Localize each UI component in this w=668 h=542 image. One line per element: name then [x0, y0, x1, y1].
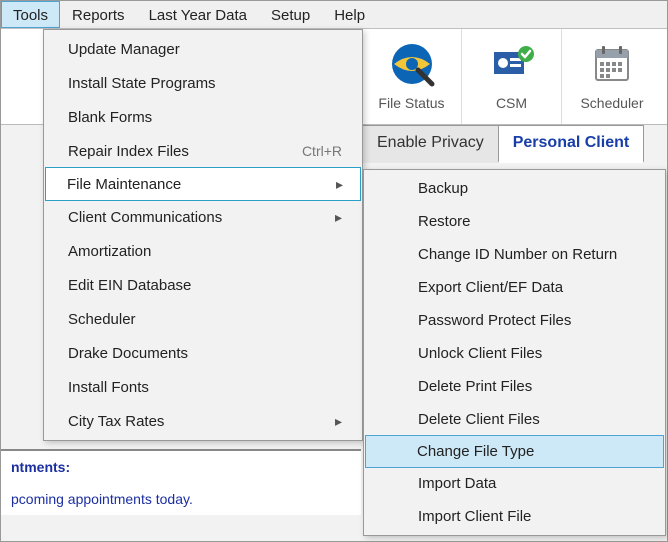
tools-dropdown: Update Manager Install State Programs Bl… — [43, 29, 363, 441]
appointments-header: ntments: — [11, 459, 351, 475]
submenu-restore[interactable]: Restore — [366, 205, 663, 238]
file-status-button[interactable]: File Status — [362, 29, 462, 124]
tab-personal-client[interactable]: Personal Client — [498, 125, 644, 163]
menu-install-fonts[interactable]: Install Fonts — [46, 370, 360, 404]
csm-button[interactable]: CSM — [462, 29, 562, 124]
menu-file-maintenance[interactable]: File Maintenance — [45, 167, 361, 201]
menu-install-state-programs[interactable]: Install State Programs — [46, 66, 360, 100]
submenu-password-protect-files[interactable]: Password Protect Files — [366, 304, 663, 337]
menu-amortization[interactable]: Amortization — [46, 234, 360, 268]
submenu-export-client-ef-data[interactable]: Export Client/EF Data — [366, 271, 663, 304]
menu-reports[interactable]: Reports — [60, 1, 137, 28]
submenu-change-id-number[interactable]: Change ID Number on Return — [366, 238, 663, 271]
menu-drake-documents[interactable]: Drake Documents — [46, 336, 360, 370]
scheduler-label: Scheduler — [562, 95, 662, 111]
menu-setup[interactable]: Setup — [259, 1, 322, 28]
tab-strip: Enable Privacy Personal Client — [362, 125, 667, 163]
file-maintenance-submenu: Backup Restore Change ID Number on Retur… — [363, 169, 666, 536]
appointments-message: pcoming appointments today. — [11, 491, 351, 507]
appointments-panel: ntments: pcoming appointments today. — [1, 449, 361, 515]
file-status-label: File Status — [362, 95, 461, 111]
menu-edit-ein-database[interactable]: Edit EIN Database — [46, 268, 360, 302]
csm-icon — [462, 37, 561, 91]
menu-help[interactable]: Help — [322, 1, 377, 28]
file-status-icon — [362, 37, 461, 91]
submenu-delete-client-files[interactable]: Delete Client Files — [366, 403, 663, 436]
submenu-change-file-type[interactable]: Change File Type — [365, 435, 664, 468]
menu-repair-index-files[interactable]: Repair Index Files Ctrl+R — [46, 134, 360, 168]
submenu-import-data[interactable]: Import Data — [366, 467, 663, 500]
menu-city-tax-rates[interactable]: City Tax Rates — [46, 404, 360, 438]
scheduler-icon — [562, 37, 662, 91]
menu-blank-forms[interactable]: Blank Forms — [46, 100, 360, 134]
submenu-backup[interactable]: Backup — [366, 172, 663, 205]
submenu-unlock-client-files[interactable]: Unlock Client Files — [366, 337, 663, 370]
menubar: Tools Reports Last Year Data Setup Help — [1, 1, 667, 29]
menu-client-communications[interactable]: Client Communications — [46, 200, 360, 234]
submenu-delete-print-files[interactable]: Delete Print Files — [366, 370, 663, 403]
menu-scheduler[interactable]: Scheduler — [46, 302, 360, 336]
submenu-import-client-file[interactable]: Import Client File — [366, 500, 663, 533]
menu-update-manager[interactable]: Update Manager — [46, 32, 360, 66]
menu-last-year-data[interactable]: Last Year Data — [137, 1, 259, 28]
shortcut-text: Ctrl+R — [302, 143, 342, 159]
tab-enable-privacy[interactable]: Enable Privacy — [362, 125, 499, 163]
scheduler-button[interactable]: Scheduler — [562, 29, 662, 124]
csm-label: CSM — [462, 95, 561, 111]
menu-tools[interactable]: Tools — [1, 1, 60, 28]
